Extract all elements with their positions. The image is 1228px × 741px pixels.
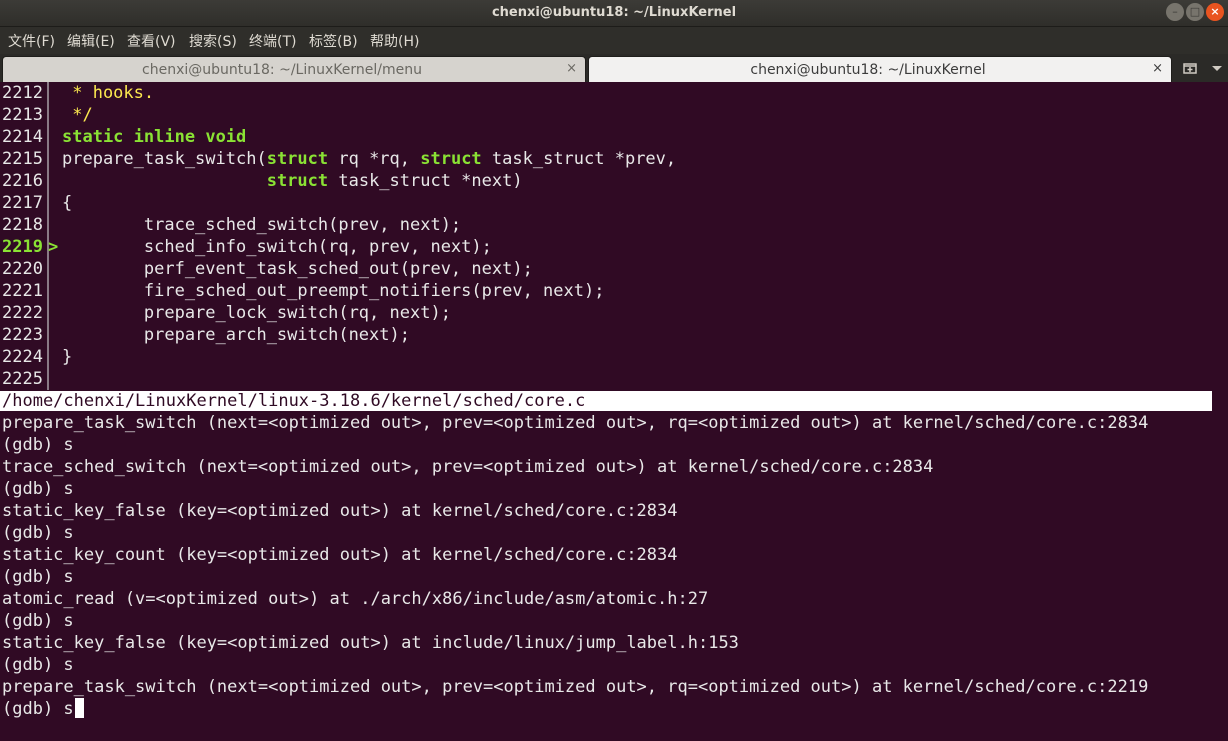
window-titlebar[interactable]: chenxi@ubuntu18: ~/LinuxKernel – □ ×: [0, 0, 1228, 27]
source-code-text: {: [62, 193, 73, 213]
menu-help[interactable]: 帮助(H): [370, 31, 419, 51]
source-line: 2216 struct task_struct *next): [0, 170, 523, 192]
tab-menu[interactable]: chenxi@ubuntu18: ~/LinuxKernel/menu ×: [2, 56, 586, 82]
line-number: 2224: [2, 347, 43, 367]
source-code-text: prepare_task_switch(struct rq *rq, struc…: [62, 149, 677, 169]
source-code-text: perf_event_task_sched_out(prev, next);: [62, 259, 533, 279]
line-number: 2219: [2, 237, 43, 257]
gdb-output-line: prepare_task_switch (next=<optimized out…: [2, 413, 1149, 433]
line-number: 2221: [2, 281, 43, 301]
source-line: 2212 * hooks.: [0, 82, 154, 104]
gdb-command-line: (gdb) s: [2, 479, 74, 499]
source-line: 2219 > sched_info_switch(rq, prev, next);: [0, 236, 492, 258]
menu-terminal[interactable]: 终端(T): [249, 31, 296, 51]
minimize-button[interactable]: –: [1166, 3, 1184, 21]
source-line: 2224}: [0, 346, 72, 368]
source-line: 2215 prepare_task_switch(struct rq *rq, s…: [0, 148, 676, 170]
line-number: 2214: [2, 127, 43, 147]
menu-tabs[interactable]: 标签(B): [309, 31, 358, 51]
source-line: 2217 {: [0, 192, 72, 214]
source-code-text: static inline void: [62, 127, 247, 147]
source-code-text: sched_info_switch(rq, prev, next);: [62, 237, 492, 257]
source-line: 2225: [0, 368, 44, 390]
gdb-output-line: static_key_false (key=<optimized out>) a…: [2, 633, 739, 653]
current-line-arrow: >: [48, 237, 59, 257]
terminal-area[interactable]: 2212 * hooks. 2213 */2214 static inline vo…: [0, 82, 1228, 741]
source-code-text: prepare_arch_switch(next);: [62, 325, 410, 345]
tab-linuxkernel[interactable]: chenxi@ubuntu18: ~/LinuxKernel ×: [588, 56, 1172, 82]
menu-file[interactable]: 文件(F): [8, 31, 55, 51]
gdb-command-line: (gdb) s: [2, 611, 74, 631]
line-number: 2215: [2, 149, 43, 169]
tab-close-icon[interactable]: ×: [1152, 61, 1163, 76]
maximize-button[interactable]: □: [1186, 3, 1204, 21]
line-number: 2223: [2, 325, 43, 345]
gdb-output-line: static_key_false (key=<optimized out>) a…: [2, 501, 678, 521]
source-code-text: struct task_struct *next): [266, 171, 523, 191]
line-number: 2212: [2, 83, 43, 103]
source-line: 2213 */: [0, 104, 93, 126]
text-cursor: [74, 698, 84, 718]
tab-bar: chenxi@ubuntu18: ~/LinuxKernel/menu × ch…: [0, 54, 1228, 82]
tab-menu-icon[interactable]: [1211, 60, 1223, 80]
line-number: 2217: [2, 193, 43, 213]
line-number: 2225: [2, 369, 43, 389]
gdb-command-line: (gdb) s: [2, 435, 74, 455]
line-number: 2213: [2, 105, 43, 125]
source-code-text: * hooks.: [62, 83, 155, 103]
source-line: 2218 trace_sched_switch(prev, next);: [0, 214, 461, 236]
menu-edit[interactable]: 编辑(E): [67, 31, 115, 51]
line-number: 2218: [2, 215, 43, 235]
source-code-text: fire_sched_out_preempt_notifiers(prev, n…: [62, 281, 605, 301]
gdb-output-line: prepare_task_switch (next=<optimized out…: [2, 677, 1149, 697]
tab-label: chenxi@ubuntu18: ~/LinuxKernel: [750, 62, 986, 78]
menu-view[interactable]: 查看(V): [127, 31, 176, 51]
source-file-path: /home/chenxi/LinuxKernel/linux-3.18.6/ke…: [0, 391, 1212, 411]
gdb-command-line: (gdb) s: [2, 567, 74, 587]
tab-label: chenxi@ubuntu18: ~/LinuxKernel/menu: [142, 62, 422, 78]
tab-close-icon[interactable]: ×: [566, 61, 577, 76]
source-code-text: trace_sched_switch(prev, next);: [62, 215, 462, 235]
close-button[interactable]: ×: [1206, 3, 1224, 21]
menu-search[interactable]: 搜索(S): [189, 31, 237, 51]
source-code-text: prepare_lock_switch(rq, next);: [62, 303, 451, 323]
gdb-output-line: trace_sched_switch (next=<optimized out>…: [2, 457, 934, 477]
gdb-command-line: (gdb) s: [2, 523, 74, 543]
gdb-output-line: atomic_read (v=<optimized out>) at ./arc…: [2, 589, 709, 609]
source-line: 2221 fire_sched_out_preempt_notifiers(pr…: [0, 280, 604, 302]
gdb-command-line: (gdb) s: [2, 655, 74, 675]
source-code-text: }: [62, 347, 73, 367]
new-tab-icon[interactable]: [1182, 60, 1198, 80]
source-code-text: */: [62, 105, 93, 125]
menu-bar: 文件(F) 编辑(E) 查看(V) 搜索(S) 终端(T) 标签(B) 帮助(H…: [0, 27, 1228, 54]
line-number: 2220: [2, 259, 43, 279]
source-line: 2223 prepare_arch_switch(next);: [0, 324, 410, 346]
window-title: chenxi@ubuntu18: ~/LinuxKernel: [491, 5, 737, 20]
source-line: 2214 static inline void: [0, 126, 246, 148]
gdb-prompt-text: (gdb) s: [2, 699, 74, 719]
source-line: 2222 prepare_lock_switch(rq, next);: [0, 302, 451, 324]
gdb-output-line: static_key_count (key=<optimized out>) a…: [2, 545, 678, 565]
source-line: 2220 perf_event_task_sched_out(prev, nex…: [0, 258, 533, 280]
gdb-prompt[interactable]: (gdb) s: [0, 698, 84, 720]
line-number: 2216: [2, 171, 43, 191]
line-number: 2222: [2, 303, 43, 323]
